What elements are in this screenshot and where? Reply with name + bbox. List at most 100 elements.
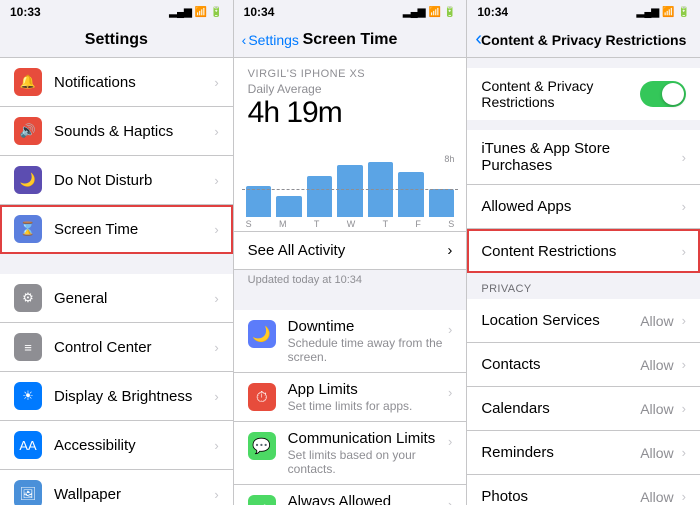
updated-bar: Updated today at 10:34 bbox=[234, 270, 467, 290]
settings-row-sounds[interactable]: 🔊Sounds & Haptics› bbox=[0, 107, 233, 156]
contacts-allow: Allow bbox=[640, 357, 673, 373]
back-button-3[interactable]: ‹ bbox=[475, 28, 482, 51]
updated-text: Updated today at 10:34 bbox=[248, 274, 362, 286]
allowedapps-label: Allowed Apps bbox=[481, 198, 677, 215]
wifi-icon-2: 📶 bbox=[428, 7, 440, 18]
donotdisturb-chevron: › bbox=[214, 173, 218, 188]
screentime-row-applimits[interactable]: ⏱App LimitsSet time limits for apps.› bbox=[234, 373, 467, 422]
settings-navbar: Settings bbox=[0, 22, 233, 58]
settings-row-general[interactable]: ⚙General› bbox=[0, 274, 233, 323]
contentrestrictions-label: Content Restrictions bbox=[481, 243, 677, 260]
chart-max: 8h bbox=[444, 154, 454, 164]
screentime-title: Screen Time bbox=[303, 31, 398, 49]
content-privacy-toggle[interactable] bbox=[640, 81, 686, 107]
wallpaper-label: Wallpaper bbox=[54, 486, 210, 503]
settings-row-displaybrightness[interactable]: ☀ Display & Brightness › bbox=[0, 372, 233, 421]
displaybrightness-icon: ☀ bbox=[14, 382, 42, 410]
settings-row-wallpaper[interactable]: 🖼Wallpaper› bbox=[0, 470, 233, 505]
wifi-icon: 📶 bbox=[195, 7, 207, 18]
notifications-icon: 🔔 bbox=[14, 68, 42, 96]
settings-row-accessibility[interactable]: AAAccessibility› bbox=[0, 421, 233, 470]
downtime-icon: 🌙 bbox=[248, 320, 276, 348]
calendars-allow: Allow bbox=[640, 401, 673, 417]
privacy-title: Content & Privacy Restrictions bbox=[481, 32, 686, 48]
settings-row-screentime[interactable]: ⌛Screen Time› bbox=[0, 205, 233, 254]
donotdisturb-label: Do Not Disturb bbox=[54, 172, 210, 189]
reminders-chevron: › bbox=[682, 445, 686, 460]
privacy-content: Content & Privacy Restrictions iTunes & … bbox=[467, 58, 700, 505]
status-bar-3: 10:34 ▂▄▆ 📶 🔋 bbox=[467, 0, 700, 22]
privacy-row-calendars[interactable]: CalendarsAllow › bbox=[467, 387, 700, 431]
battery-icon-2: 🔋 bbox=[444, 7, 456, 18]
settings-title: Settings bbox=[85, 31, 148, 49]
privacy-row-photos[interactable]: PhotosAllow› bbox=[467, 475, 700, 505]
see-all-label: See All Activity bbox=[248, 242, 346, 259]
avg-label: Daily Average bbox=[248, 82, 453, 96]
notifications-label: Notifications bbox=[54, 74, 210, 91]
chart-bar-5 bbox=[398, 172, 424, 217]
see-all-chevron: › bbox=[447, 242, 452, 259]
battery-icon-3: 🔋 bbox=[678, 7, 690, 18]
privacy-row-locationservices[interactable]: Location ServicesAllow › bbox=[467, 299, 700, 343]
contacts-label: Contacts bbox=[481, 356, 640, 373]
screentime-row-communicationlimits[interactable]: 💬Communication LimitsSet limits based on… bbox=[234, 422, 467, 485]
privacy-app-row-itunesstore[interactable]: iTunes & App Store Purchases› bbox=[467, 130, 700, 185]
screentime-content: VIRGIL'S IPHONE XS Daily Average 4h 19m … bbox=[234, 58, 467, 505]
communicationlimits-sublabel: Set limits based on your contacts. bbox=[288, 448, 444, 476]
contentrestrictions-chevron: › bbox=[682, 244, 686, 259]
see-all-activity-row[interactable]: See All Activity › bbox=[234, 232, 467, 270]
time-2: 10:34 bbox=[244, 5, 275, 19]
status-icons-1: ▂▄▆ 📶 🔋 bbox=[169, 7, 222, 18]
displaybrightness-chevron: › bbox=[214, 389, 218, 404]
content-privacy-toggle-row[interactable]: Content & Privacy Restrictions bbox=[467, 68, 700, 120]
contacts-chevron: › bbox=[682, 357, 686, 372]
locationservices-chevron: › bbox=[682, 313, 686, 328]
chart-day-1: M bbox=[279, 219, 287, 229]
alwaysallowed-label: Always Allowed bbox=[288, 493, 444, 505]
chart-bar-1 bbox=[276, 196, 302, 217]
wifi-icon-3: 📶 bbox=[662, 7, 674, 18]
privacy-row-reminders[interactable]: RemindersAllow› bbox=[467, 431, 700, 475]
controlcenter-chevron: › bbox=[214, 340, 218, 355]
privacy-section-header: PRIVACY bbox=[467, 273, 700, 299]
calendars-chevron: › bbox=[682, 401, 686, 416]
privacy-row-contacts[interactable]: ContactsAllow › bbox=[467, 343, 700, 387]
locationservices-allow: Allow bbox=[640, 313, 673, 329]
communicationlimits-label: Communication Limits bbox=[288, 430, 444, 447]
privacy-app-row-allowedapps[interactable]: Allowed Apps › bbox=[467, 185, 700, 229]
back-button-2[interactable]: ‹ Settings bbox=[242, 32, 299, 48]
allowedapps-chevron: › bbox=[682, 199, 686, 214]
donotdisturb-icon: 🌙 bbox=[14, 166, 42, 194]
displaybrightness-label: Display & Brightness bbox=[54, 388, 210, 405]
status-icons-3: ▂▄▆ 📶 🔋 bbox=[637, 7, 690, 18]
screentime-navbar: ‹ Settings Screen Time bbox=[234, 22, 467, 58]
general-chevron: › bbox=[214, 291, 218, 306]
photos-label: Photos bbox=[481, 488, 640, 505]
settings-row-notifications[interactable]: 🔔Notifications› bbox=[0, 58, 233, 107]
chart-day-3: W bbox=[347, 219, 356, 229]
settings-row-donotdisturb[interactable]: 🌙 Do Not Disturb › bbox=[0, 156, 233, 205]
wallpaper-chevron: › bbox=[214, 487, 218, 502]
screentime-row-alwaysallowed[interactable]: ✓Always AllowedChoose apps you want at a… bbox=[234, 485, 467, 505]
settings-list: 🔔 Notifications › 🔊Sounds & Haptics› 🌙 Do Not… bbox=[0, 58, 233, 505]
content-privacy-label: Content & Privacy Restrictions bbox=[481, 78, 640, 110]
status-icons-2: ▂▄▆ 📶 🔋 bbox=[403, 7, 456, 18]
usage-chart: 8h avg 0 bbox=[242, 152, 459, 217]
applimits-label: App Limits bbox=[288, 381, 444, 398]
accessibility-icon: AA bbox=[14, 431, 42, 459]
screentime-row-downtime[interactable]: 🌙DowntimeSchedule time away from the scr… bbox=[234, 310, 467, 373]
locationservices-label: Location Services bbox=[481, 312, 640, 329]
time-1: 10:33 bbox=[10, 5, 41, 19]
signal-icon-3: ▂▄▆ bbox=[637, 7, 659, 18]
alwaysallowed-chevron: › bbox=[448, 497, 452, 505]
settings-row-controlcenter[interactable]: ≡Control Center› bbox=[0, 323, 233, 372]
general-icon: ⚙ bbox=[14, 284, 42, 312]
screentime-icon: ⌛ bbox=[14, 215, 42, 243]
chart-day-2: T bbox=[314, 219, 320, 229]
status-bar-2: 10:34 ▂▄▆ 📶 🔋 bbox=[234, 0, 467, 22]
photos-allow: Allow bbox=[640, 489, 673, 505]
reminders-label: Reminders bbox=[481, 444, 640, 461]
privacy-app-row-contentrestrictions[interactable]: Content Restrictions › bbox=[467, 229, 700, 273]
battery-icon: 🔋 bbox=[210, 7, 222, 18]
calendars-label: Calendars bbox=[481, 400, 640, 417]
